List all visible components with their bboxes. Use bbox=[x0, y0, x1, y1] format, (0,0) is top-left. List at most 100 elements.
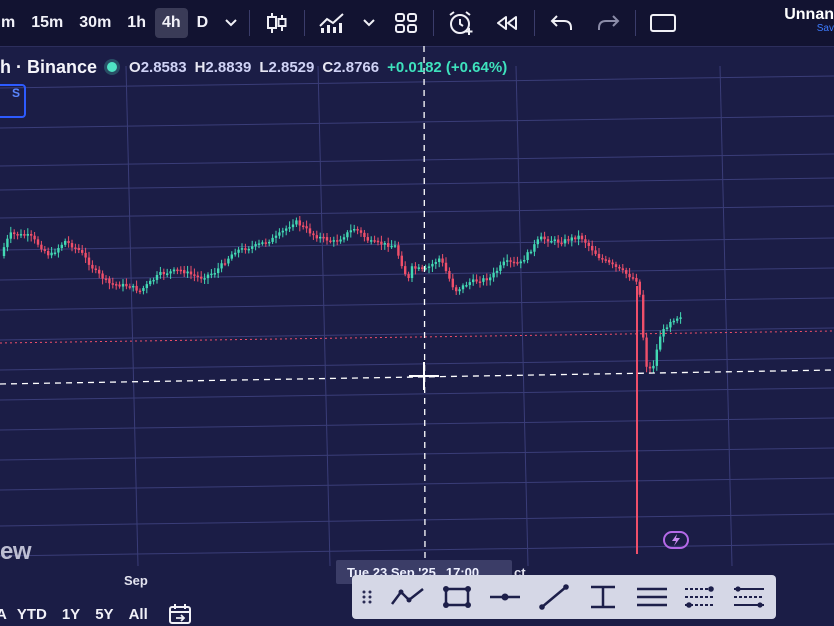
candle-body bbox=[679, 317, 682, 319]
candle-body bbox=[652, 365, 655, 369]
grid-line-vertical bbox=[515, 65, 529, 567]
timeframe-30m-button[interactable]: 30m bbox=[72, 8, 118, 38]
candle-body bbox=[142, 288, 145, 291]
candle-body bbox=[254, 244, 257, 247]
low-value: 2.8529 bbox=[268, 58, 315, 76]
symbol-legend: h · Binance O 2.8583 H 2.8839 L 2.8529 C… bbox=[0, 56, 513, 78]
candle-body bbox=[84, 252, 87, 258]
candle-body bbox=[87, 257, 91, 265]
symbol-name[interactable]: h · Binance bbox=[0, 57, 97, 78]
candle-body bbox=[111, 283, 114, 285]
price-chart[interactable] bbox=[0, 46, 834, 602]
candle-body bbox=[101, 273, 104, 279]
candle-body bbox=[74, 247, 77, 249]
candle-body bbox=[410, 266, 414, 279]
horizontal-ray-icon[interactable] bbox=[483, 578, 527, 616]
candle-body bbox=[81, 250, 84, 253]
candle-body bbox=[441, 258, 444, 263]
candle-body bbox=[448, 271, 451, 279]
candle-body bbox=[30, 233, 33, 236]
chevron-down-icon[interactable] bbox=[221, 6, 241, 40]
replay-icon[interactable] bbox=[490, 6, 524, 40]
candle-body bbox=[512, 261, 516, 264]
candle-body bbox=[672, 320, 675, 323]
path-icon[interactable] bbox=[386, 578, 430, 616]
candle-body bbox=[43, 249, 46, 251]
candle-body bbox=[274, 235, 278, 238]
change-value: +0.0182 (+0.64%) bbox=[387, 58, 508, 76]
candle-body bbox=[591, 245, 594, 251]
timeframe-15m-button[interactable]: 15m bbox=[24, 8, 70, 38]
candle-body bbox=[155, 274, 159, 280]
parallel-lines-icon[interactable] bbox=[630, 578, 674, 616]
rectangle-icon[interactable] bbox=[435, 578, 479, 616]
alert-clock-icon[interactable] bbox=[444, 6, 478, 40]
candle-body bbox=[125, 283, 128, 287]
candle-body bbox=[57, 248, 60, 253]
candle-body bbox=[128, 286, 131, 288]
watermark-logo: ew bbox=[0, 538, 32, 565]
candlestick-icon[interactable] bbox=[260, 6, 294, 40]
grid-line-horizontal bbox=[0, 387, 834, 401]
candle-body bbox=[523, 260, 526, 262]
range-button-5y[interactable]: 5Y bbox=[95, 606, 113, 623]
candle-body bbox=[458, 289, 461, 292]
candle-body bbox=[495, 270, 499, 273]
candle-body bbox=[584, 239, 587, 243]
indicator-badge[interactable]: S bbox=[0, 84, 26, 118]
candle-body bbox=[172, 269, 176, 272]
grid-line-horizontal bbox=[0, 477, 834, 491]
range-button-ytd[interactable]: YTD bbox=[17, 606, 47, 623]
drag-handle-icon[interactable] bbox=[358, 578, 376, 616]
layout-grid-icon[interactable] bbox=[389, 6, 423, 40]
candle-body bbox=[305, 226, 308, 229]
candle-body bbox=[220, 263, 223, 269]
candle-body bbox=[570, 237, 573, 241]
chevron-down-icon[interactable] bbox=[359, 6, 379, 40]
candle-body bbox=[53, 252, 57, 255]
candle-body bbox=[417, 267, 420, 269]
candle-body bbox=[387, 243, 390, 247]
lightning-icon[interactable] bbox=[663, 531, 689, 549]
grid-line-horizontal bbox=[0, 417, 834, 431]
calendar-range-icon[interactable] bbox=[167, 603, 193, 625]
candle-body bbox=[380, 241, 383, 245]
candle-body bbox=[6, 238, 9, 248]
candle-body bbox=[655, 349, 658, 366]
crosshair-cursor-icon bbox=[409, 362, 439, 390]
redo-icon[interactable] bbox=[591, 6, 625, 40]
top-toolbar: m 15m 30m 1h 4h D Unnan Sav bbox=[0, 0, 834, 47]
candle-body bbox=[509, 260, 512, 262]
candle-body bbox=[465, 285, 468, 287]
undo-icon[interactable] bbox=[545, 6, 579, 40]
timeframe-1h-button[interactable]: 1h bbox=[120, 8, 153, 38]
candle-body bbox=[621, 268, 624, 271]
range-button-1y[interactable]: 1Y bbox=[62, 606, 80, 623]
range-button-a[interactable]: A bbox=[0, 606, 7, 623]
trend-line-icon[interactable] bbox=[532, 578, 576, 616]
layout-name[interactable]: Unnan Sav bbox=[784, 6, 834, 34]
timeframe-d-button[interactable]: D bbox=[190, 8, 216, 38]
fullscreen-icon[interactable] bbox=[646, 6, 680, 40]
candle-body bbox=[152, 279, 155, 282]
candle-body bbox=[356, 229, 359, 231]
candle-body bbox=[298, 220, 301, 226]
range-bar: A YTD 1Y 5Y All bbox=[0, 602, 193, 626]
candle-body bbox=[407, 274, 410, 279]
candle-body bbox=[336, 240, 339, 242]
indicators-icon[interactable] bbox=[315, 6, 349, 40]
timeframe-4h-button[interactable]: 4h bbox=[154, 8, 188, 38]
candle-body bbox=[121, 283, 125, 287]
channel-icon[interactable] bbox=[727, 578, 771, 616]
candle-body bbox=[669, 321, 672, 328]
candle-body bbox=[278, 232, 281, 236]
candle-body bbox=[60, 244, 63, 249]
chart-grid bbox=[0, 65, 834, 567]
grid-line-horizontal bbox=[0, 267, 834, 281]
candle-body bbox=[16, 234, 19, 236]
cursor-text-icon[interactable] bbox=[581, 578, 625, 616]
range-button-all[interactable]: All bbox=[129, 606, 148, 623]
timeframe-1m-button[interactable]: m bbox=[0, 8, 22, 38]
fib-retracement-icon[interactable] bbox=[679, 578, 723, 616]
candle-body bbox=[553, 239, 556, 241]
